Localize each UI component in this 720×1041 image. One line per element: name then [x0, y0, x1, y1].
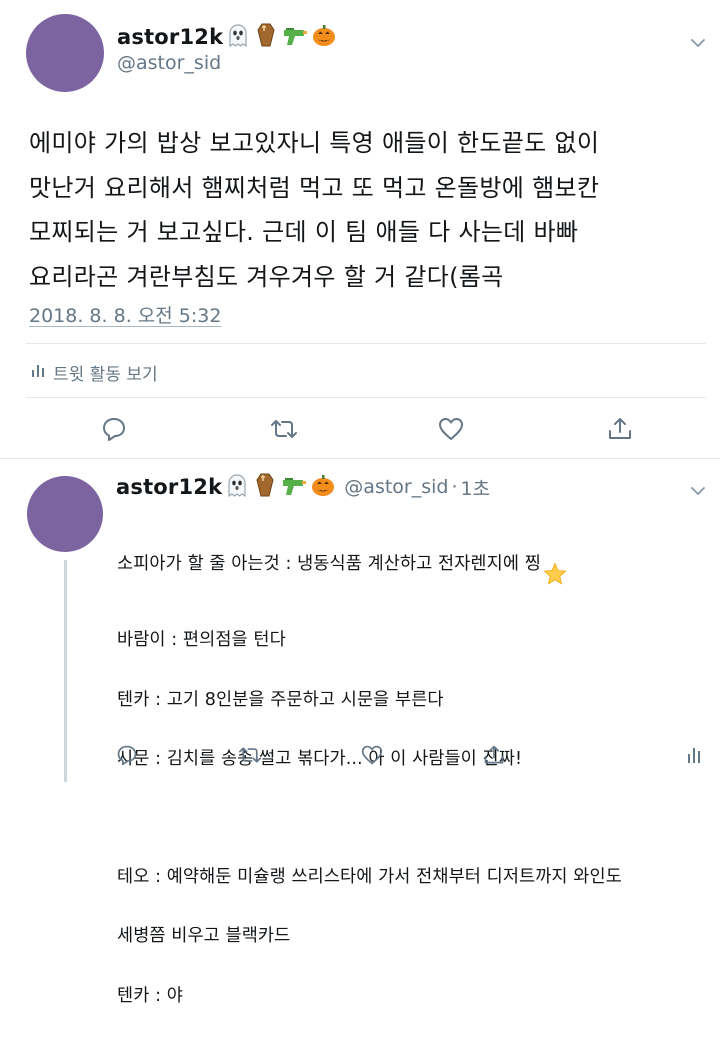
like-icon[interactable]: [361, 744, 383, 770]
stats-icon: [31, 362, 45, 383]
coffin-icon: [252, 472, 278, 502]
water-pistol-icon: [280, 472, 308, 502]
retweet-icon[interactable]: [238, 744, 262, 770]
reply-line: [117, 804, 707, 834]
separator-dot: ·: [451, 476, 458, 498]
reply-line: 테오 : 예약해둔 미슐랭 쓰리스타에 가서 전채부터 디저트까지 와인도: [117, 867, 622, 888]
reply-line: 텐카 : 야: [117, 985, 183, 1006]
reply-handle[interactable]: @astor_sid: [344, 476, 448, 498]
thread-line: [64, 560, 67, 782]
tweet-text: 에미야 가의 밥상 보고있자니 특영 애들이 한도끝도 없이 맛난거 요리해서 …: [29, 121, 709, 299]
tweet-line: 에미야 가의 밥상 보고있자니 특영 애들이 한도끝도 없이: [29, 129, 600, 157]
divider: [0, 458, 720, 459]
reply-time[interactable]: 1초: [461, 474, 491, 501]
chevron-down-icon[interactable]: [690, 482, 706, 501]
water-pistol-icon: [281, 22, 309, 52]
activity-label: 트윗 활동 보기: [53, 365, 158, 385]
reply-line: 세병쯤 비우고 블랙카드: [117, 926, 291, 947]
divider: [26, 343, 706, 344]
reply-display-name[interactable]: astor12k: [116, 475, 222, 499]
reply-line: 바람이 : 편의점을 턴다: [117, 630, 286, 651]
ghost-icon: [224, 472, 250, 502]
stats-icon[interactable]: [687, 746, 701, 768]
reply-text: 소피아가 할 줄 아는것 : 냉동식품 계산하고 전자렌지에 찡 바람이 : 편…: [117, 503, 707, 1041]
divider: [26, 397, 706, 398]
chevron-down-icon[interactable]: [690, 34, 706, 53]
timestamp[interactable]: 2018. 8. 8. 오전 5:32: [29, 301, 221, 328]
reply-line: 소피아가 할 줄 아는것 : 냉동식품 계산하고 전자렌지에 찡: [117, 533, 707, 597]
reply-header: astor12k @astor_sid · 1초: [116, 472, 490, 502]
coffin-icon: [253, 22, 279, 52]
tweet-activity-link[interactable]: 트윗 활동 보기: [31, 360, 158, 385]
reply-icon[interactable]: [116, 744, 138, 770]
share-icon[interactable]: [483, 744, 505, 770]
reply-icon[interactable]: [101, 416, 127, 446]
star-icon: [543, 533, 567, 597]
avatar[interactable]: [26, 14, 104, 92]
reply-line: 시문 : 김치를 송송 썰고 볶다가... 아 이 사람들이 진짜!: [117, 748, 523, 769]
tweet-line: 맛난거 요리해서 햄찌처럼 먹고 또 먹고 온돌방에 햄보칸: [29, 173, 600, 202]
reply-avatar[interactable]: [27, 476, 103, 552]
tweet-line: 모찌되는 거 보고싶다. 근데 이 팀 애들 다 사는데 바빠: [29, 218, 579, 246]
share-icon[interactable]: [607, 416, 633, 446]
like-icon[interactable]: [438, 416, 464, 446]
jack-o-lantern-icon: [310, 472, 336, 502]
tweet-line: 요리라곤 겨란부침도 겨우겨우 할 거 같다(롬곡: [29, 262, 504, 291]
reply-line: 텐카 : 고기 8인분을 주문하고 시문을 부른다: [117, 689, 444, 710]
retweet-icon[interactable]: [270, 416, 298, 446]
handle[interactable]: @astor_sid: [117, 52, 221, 74]
jack-o-lantern-icon: [311, 22, 337, 52]
author-name-row: astor12k: [117, 22, 337, 52]
ghost-icon: [225, 22, 251, 52]
display-name[interactable]: astor12k: [117, 25, 223, 49]
